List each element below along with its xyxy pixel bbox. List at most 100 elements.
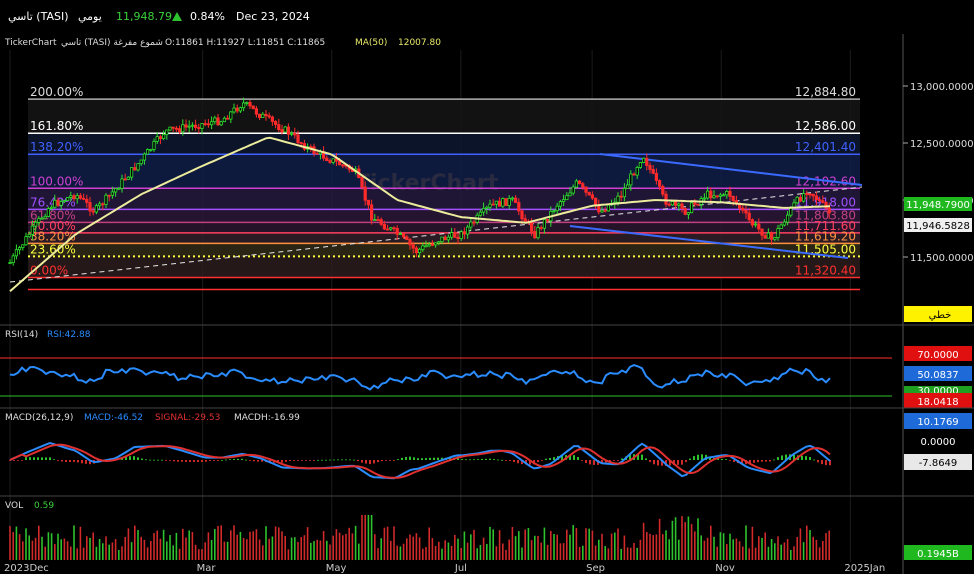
volume-bar bbox=[44, 546, 46, 560]
chart-canvas[interactable]: TickerChart 200.00% 12,884.80 161.80% 12,58… bbox=[0, 34, 974, 574]
candle-body bbox=[165, 129, 169, 135]
candle-body bbox=[728, 191, 732, 197]
volume-bar bbox=[662, 534, 664, 560]
candle-body bbox=[590, 194, 595, 199]
macd-hist-bar bbox=[25, 457, 27, 460]
candle-body bbox=[731, 195, 735, 201]
macd-hist-bar bbox=[337, 459, 339, 461]
macd-hist-bar bbox=[497, 459, 499, 461]
macd-hist-bar bbox=[289, 460, 291, 461]
candle-body bbox=[177, 128, 182, 133]
volume-bar bbox=[297, 541, 299, 560]
candle-body bbox=[98, 203, 102, 207]
candle-body bbox=[267, 115, 271, 118]
time-axis[interactable]: 2023Dec Mar May Jul Sep Nov 2025Jan bbox=[4, 563, 885, 574]
volume-bar bbox=[694, 531, 696, 560]
volume-bar bbox=[764, 532, 766, 560]
volume-bar bbox=[342, 535, 344, 560]
price-axis[interactable]: 13,000.000012,500.000012,000.000011,500.… bbox=[902, 34, 974, 574]
volume-bar bbox=[502, 543, 504, 560]
volume-bar bbox=[575, 528, 578, 560]
macd-hist-bar bbox=[237, 458, 239, 460]
candle-body bbox=[139, 159, 143, 165]
volume-panel[interactable]: VOL 0.59 0.1945B bbox=[0, 495, 974, 560]
volume-bar bbox=[796, 536, 798, 560]
candle-body bbox=[50, 206, 54, 209]
volume-bar bbox=[527, 527, 530, 560]
volume-bar bbox=[220, 525, 222, 560]
candle-body bbox=[280, 129, 284, 133]
volume-bar bbox=[470, 534, 472, 560]
volume-bar bbox=[278, 527, 280, 560]
volume-bar bbox=[41, 536, 43, 560]
candle-body bbox=[677, 203, 681, 206]
candle-body bbox=[718, 194, 723, 197]
volume-bar bbox=[12, 532, 14, 560]
volume-bar bbox=[550, 530, 552, 560]
interval-label[interactable]: يومي bbox=[78, 10, 102, 23]
scale-toggle-label[interactable]: خطي bbox=[929, 310, 952, 321]
candle-body bbox=[34, 221, 38, 227]
candle-body bbox=[805, 193, 809, 195]
macd-hist-bar bbox=[385, 460, 387, 461]
volume-bar bbox=[742, 546, 744, 560]
candle-body bbox=[741, 207, 745, 211]
fib-value-label: 11,320.40 bbox=[795, 263, 856, 277]
candle-body bbox=[197, 127, 201, 129]
candle-body bbox=[331, 158, 335, 163]
volume-bar bbox=[326, 540, 328, 560]
volume-bar bbox=[578, 546, 581, 560]
candle-body bbox=[209, 121, 214, 126]
candle-body bbox=[827, 207, 831, 214]
volume-bar bbox=[166, 541, 168, 560]
rsi-panel[interactable]: RSI(14) RSI:42.88 70.0000 50.0837 30.000… bbox=[0, 324, 974, 408]
fib-value-label: 12,586.00 bbox=[795, 119, 856, 133]
time-tick-label: 2023Dec bbox=[4, 563, 49, 574]
macd-hist-bar bbox=[73, 460, 75, 462]
volume-bar bbox=[79, 526, 82, 560]
candle-body bbox=[795, 196, 799, 204]
volume-bar bbox=[406, 538, 408, 560]
volume-bar bbox=[137, 530, 139, 560]
macd-hist-bar bbox=[485, 458, 487, 460]
candle-body bbox=[411, 244, 415, 249]
volume-bar bbox=[799, 528, 802, 560]
candle-body bbox=[11, 255, 15, 264]
macd-hist-bar bbox=[313, 460, 315, 461]
macd-panel[interactable]: MACD(26,12,9) MACD:-46.52 SIGNAL:-29.53 … bbox=[0, 407, 974, 480]
candle-body bbox=[622, 188, 627, 198]
volume-bar bbox=[463, 531, 466, 560]
macd-hist-bar bbox=[593, 460, 595, 465]
volume-bar bbox=[361, 515, 363, 560]
volume-bar bbox=[95, 546, 98, 560]
macd-hist-bar bbox=[773, 459, 775, 461]
candle-body bbox=[110, 191, 114, 196]
volume-bar bbox=[329, 544, 331, 560]
volume-bar bbox=[383, 527, 386, 560]
candle-body bbox=[725, 191, 729, 196]
volume-bar bbox=[239, 531, 242, 560]
candle-body bbox=[757, 223, 761, 230]
ma-label[interactable]: MA(50) bbox=[355, 38, 387, 48]
volume-bar bbox=[348, 527, 350, 560]
volume-bar bbox=[732, 539, 734, 560]
volume-bar bbox=[159, 538, 162, 560]
volume-bar bbox=[678, 539, 680, 560]
macd-hist-bar bbox=[685, 460, 687, 463]
macd-hist-bar bbox=[305, 460, 307, 461]
price-panel[interactable]: TickerChart 200.00% 12,884.80 161.80% 12,58… bbox=[0, 34, 903, 562]
candle-body bbox=[581, 183, 585, 188]
volume-bar bbox=[262, 545, 264, 560]
volume-bar bbox=[22, 541, 24, 560]
volume-bar bbox=[441, 548, 443, 560]
candle-body bbox=[286, 126, 291, 135]
volume-bar bbox=[118, 550, 120, 560]
candle-body bbox=[818, 199, 822, 202]
symbol-label[interactable]: تاسي (TASI) bbox=[8, 10, 69, 23]
macd-hist-bar bbox=[489, 458, 491, 460]
candle-body bbox=[648, 165, 652, 170]
ohlc-label: O:11861 H:11927 L:11851 C:11865 bbox=[165, 38, 325, 48]
candle-body bbox=[398, 233, 403, 236]
volume-bar bbox=[60, 539, 62, 560]
volume-bar bbox=[364, 515, 366, 560]
